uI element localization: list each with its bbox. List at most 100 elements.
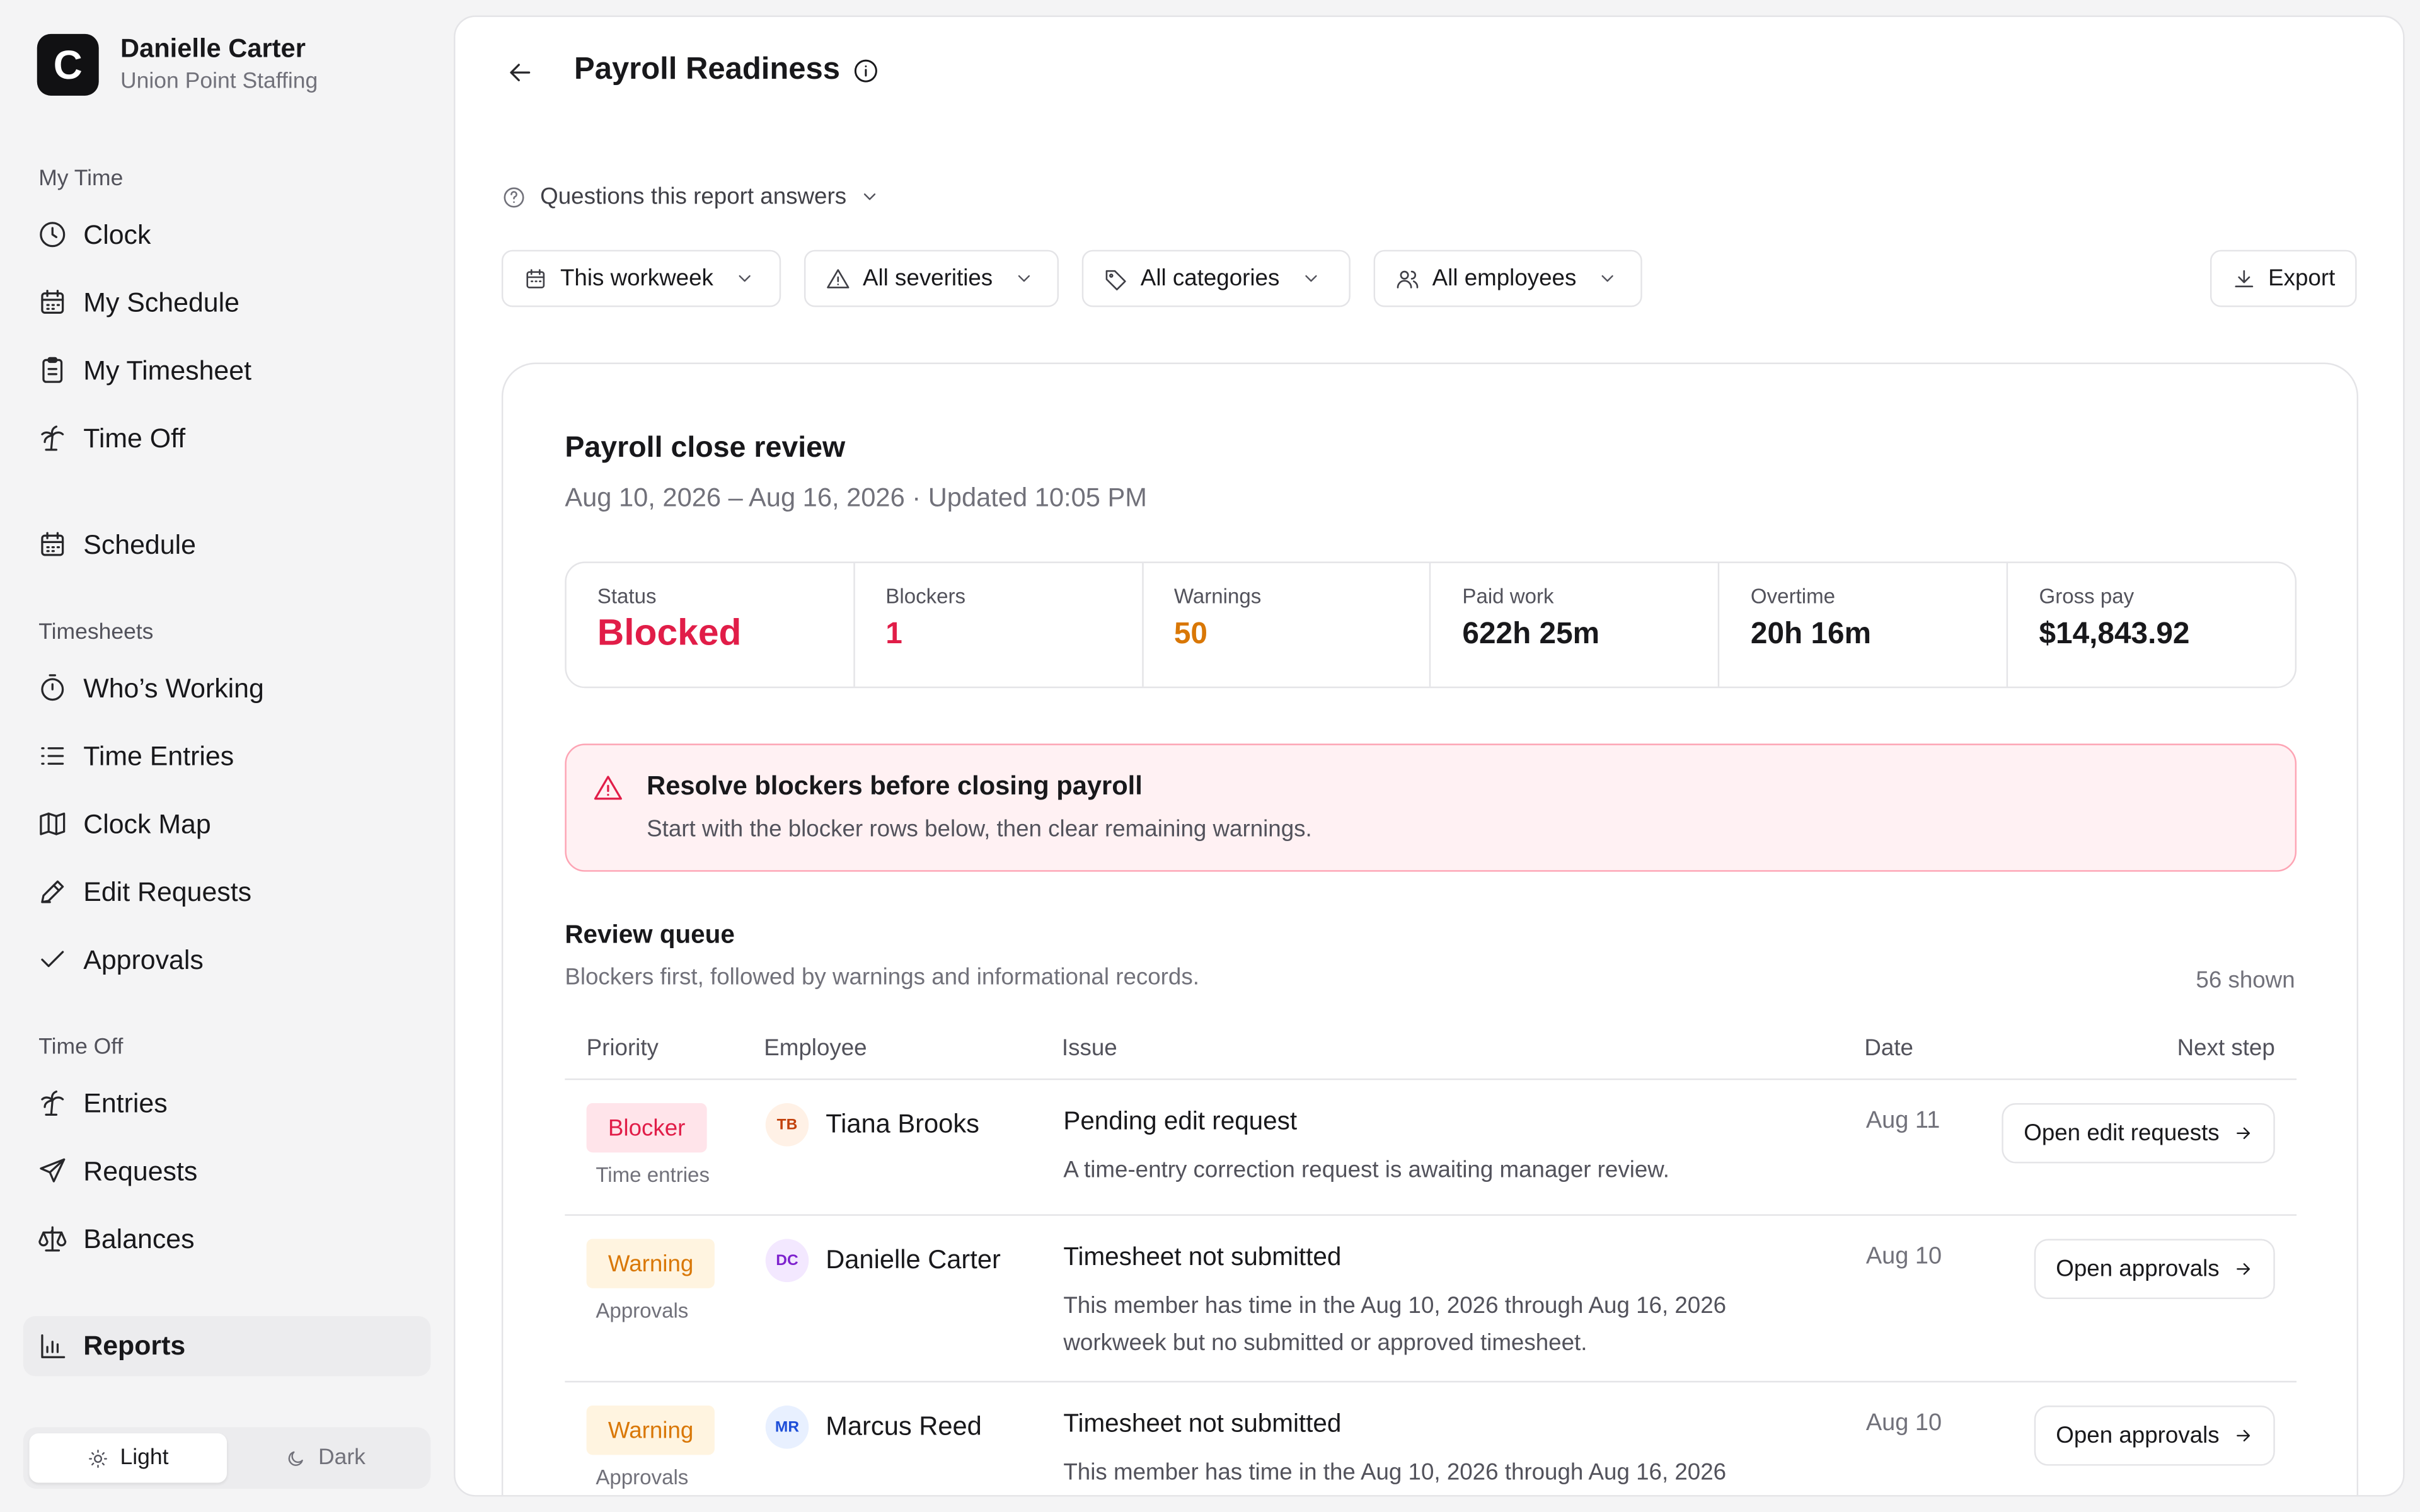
list-icon [41, 747, 64, 765]
nav-clock-map[interactable]: Clock Map [37, 801, 211, 847]
severity-filter[interactable]: All severities [804, 249, 1059, 307]
nav-my-timesheet[interactable]: My Timesheet [37, 347, 251, 393]
issue-detail: This member has time in the Aug 10, 2026… [1063, 1459, 1727, 1486]
payroll-review-card: Payroll close review Aug 10, 2026 – Aug … [501, 362, 2359, 1496]
arrow-left-icon [510, 64, 531, 81]
queue-count: 56 shown [2196, 967, 2295, 994]
open-approvals-button[interactable]: Open approvals [2034, 1239, 2275, 1300]
check-icon [41, 951, 64, 968]
employee-filter[interactable]: All employees [1373, 249, 1642, 307]
category-filter[interactable]: All categories [1081, 249, 1351, 307]
download-icon [2234, 269, 2253, 287]
theme-toggle: Light Dark [23, 1427, 431, 1489]
status-value: Blocked [597, 612, 742, 655]
moon-icon [289, 1450, 304, 1465]
nav-requests[interactable]: Requests [37, 1148, 198, 1194]
calendar-icon [526, 268, 545, 288]
theme-light-button[interactable]: Light [29, 1433, 228, 1483]
calendar-icon [41, 532, 64, 556]
stat-paid-work: Paid work 622h 25m [1431, 563, 1720, 687]
nav-my-schedule[interactable]: My Schedule [37, 279, 239, 325]
nav-label: Balances [83, 1222, 195, 1254]
avatar: DC [765, 1239, 809, 1283]
col-employee: Employee [764, 1035, 867, 1062]
clock-icon [40, 222, 66, 248]
alert-title: Resolve blockers before closing payroll [647, 771, 1143, 801]
calendar-icon [41, 290, 64, 314]
sidebar: C Danielle Carter Union Point Staffing M… [0, 0, 454, 1512]
chevron-down-icon [1018, 275, 1030, 282]
table-header: Priority Employee Issue Date Next step [565, 1018, 2297, 1080]
nav-reports[interactable]: Reports [23, 1315, 431, 1377]
nav-label: Entries [83, 1087, 168, 1118]
nav-balances[interactable]: Balances [37, 1216, 195, 1262]
open-edit-requests-button[interactable]: Open edit requests [2002, 1103, 2275, 1164]
users-icon [1397, 270, 1419, 288]
palm-tree-icon [41, 425, 64, 451]
section-label-timesheets: Timesheets [38, 620, 154, 645]
arrow-right-icon [2237, 1127, 2250, 1139]
chevron-down-icon [864, 193, 877, 200]
nav-label: Time Off [83, 421, 186, 453]
org-switcher[interactable]: C Danielle Carter Union Point Staffing [37, 32, 318, 97]
stat-status: Status Blocked [567, 563, 855, 687]
nav-label: Clock Map [83, 808, 211, 839]
open-approvals-button[interactable]: Open approvals [2034, 1406, 2275, 1466]
tag-icon [1105, 269, 1126, 290]
category-label: Approvals [596, 1465, 689, 1489]
review-title: Payroll close review [565, 432, 846, 465]
page-title: Payroll Readiness [574, 52, 880, 88]
priority-badge: Warning [586, 1239, 715, 1288]
stopwatch-icon [41, 674, 64, 701]
clipboard-icon [42, 357, 63, 383]
nav-label: Who’s Working [83, 672, 264, 703]
nav-label: Requests [83, 1155, 198, 1186]
questions-disclosure[interactable]: Questions this report answers [502, 183, 880, 210]
nav-edit-requests[interactable]: Edit Requests [37, 869, 251, 915]
sun-icon [88, 1448, 107, 1467]
alert-text: Start with the blocker rows below, then … [647, 816, 1312, 843]
nav-label: Reports [83, 1330, 186, 1361]
warning-triangle-icon [594, 776, 622, 800]
issue-title: Timesheet not submitted [1063, 1243, 1342, 1271]
chevron-down-icon [1305, 275, 1317, 282]
col-date: Date [1864, 1035, 1913, 1062]
nav-approvals[interactable]: Approvals [37, 937, 204, 983]
theme-dark-button[interactable]: Dark [227, 1433, 424, 1482]
row-date: Aug 10 [1865, 1410, 1942, 1437]
nav-label: Schedule [83, 528, 196, 559]
map-icon [40, 812, 66, 835]
employee-name: Danielle Carter [826, 1245, 1001, 1274]
chevron-down-icon [1602, 275, 1614, 282]
nav-label: Approvals [83, 943, 204, 975]
section-label-my-time: My Time [38, 166, 124, 192]
nav-time-entries[interactable]: Time Entries [37, 733, 234, 779]
nav-whos-working[interactable]: Who’s Working [37, 665, 264, 711]
issue-detail: This member has time in the Aug 10, 2026… [1063, 1293, 1727, 1356]
palm-tree-icon [41, 1091, 64, 1116]
main-panel: Payroll Readiness Questions this report … [454, 15, 2405, 1497]
review-subtitle: Aug 10, 2026 – Aug 16, 2026 · Updated 10… [565, 483, 1147, 513]
nav-entries[interactable]: Entries [37, 1080, 168, 1126]
stat-gross-pay: Gross pay $14,843.92 [2039, 585, 2190, 651]
back-button[interactable] [502, 54, 539, 91]
row-date: Aug 10 [1865, 1243, 1942, 1270]
pencil-icon [41, 880, 64, 903]
arrow-right-icon [2237, 1263, 2250, 1275]
nav-schedule[interactable]: Schedule [37, 522, 196, 568]
category-label: Approvals [596, 1299, 689, 1322]
table-row: Blocker Time entries TB Tiana Brooks Pen… [565, 1080, 2297, 1216]
export-button[interactable]: Export [2210, 249, 2357, 307]
nav-time-off[interactable]: Time Off [37, 415, 185, 461]
scale-icon [38, 1226, 67, 1252]
employee-name: Marcus Reed [826, 1411, 982, 1441]
queue-title: Review queue [565, 921, 735, 949]
arrow-right-icon [2237, 1429, 2250, 1441]
period-filter[interactable]: This workweek [501, 249, 781, 307]
stat-warnings: Warnings 50 [1143, 563, 1432, 687]
table-row: Warning Approvals DC Danielle Carter Tim… [565, 1216, 2297, 1383]
chevron-down-icon [739, 275, 751, 282]
nav-clock[interactable]: Clock [37, 212, 151, 258]
section-label-time-off: Time Off [38, 1035, 124, 1060]
info-icon[interactable] [853, 56, 880, 84]
